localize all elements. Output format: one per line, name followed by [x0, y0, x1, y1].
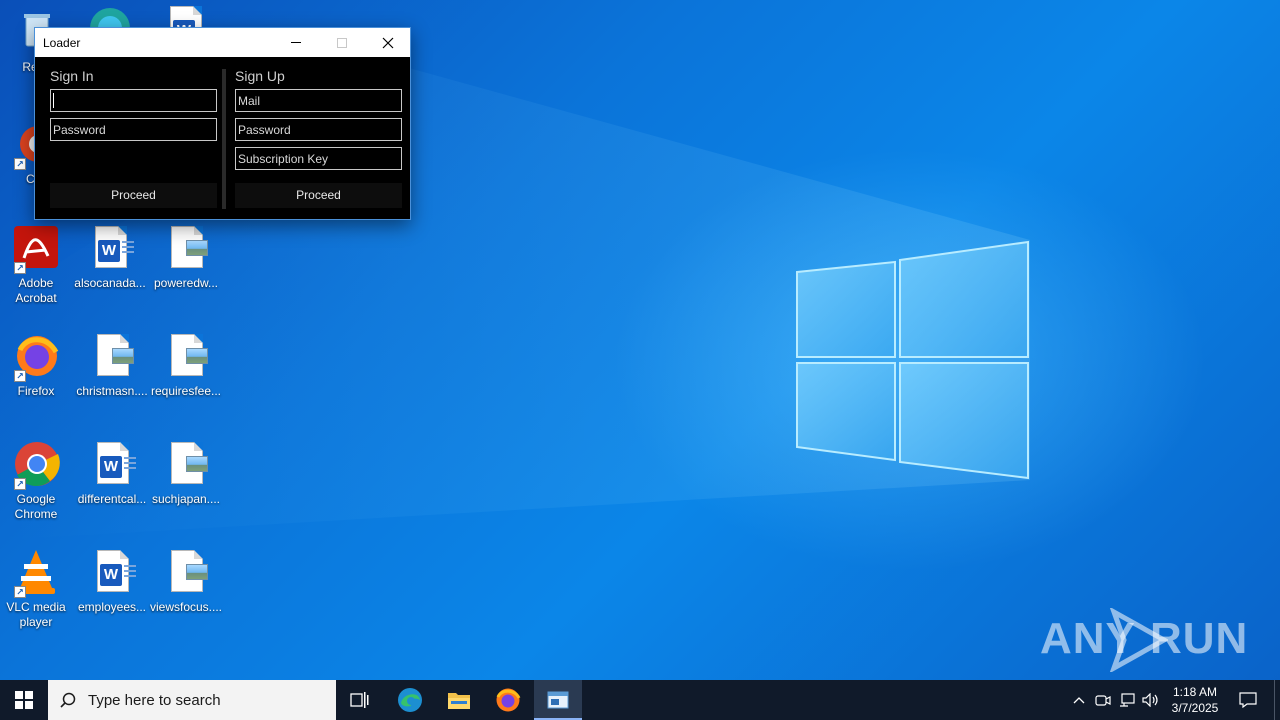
icon-label: employees... [77, 600, 147, 614]
shortcut-arrow-icon: ↗ [14, 262, 26, 274]
sign-up-subscription-key-field[interactable] [235, 147, 402, 170]
task-view-button[interactable] [336, 680, 384, 720]
acrobat-icon: ↗ [12, 224, 60, 274]
sign-in-proceed-button[interactable]: Proceed [50, 183, 217, 208]
sign-in-password-field[interactable] [50, 118, 217, 141]
icon-label: Firefox [17, 384, 55, 398]
desktop-icon-vlc[interactable]: ↗ VLC media player [0, 548, 75, 630]
folder-icon [448, 693, 470, 709]
shortcut-arrow-icon: ↗ [14, 158, 26, 170]
clock-time: 1:18 AM [1172, 685, 1218, 699]
image-file-icon [88, 332, 136, 380]
search-icon [48, 692, 88, 708]
shortcut-arrow-icon: ↗ [14, 478, 26, 490]
loader-window[interactable]: Loader Sign In Proceed Sign Up Proceed [34, 27, 411, 220]
desktop-icon-doc-employees[interactable]: W employees... [73, 548, 151, 615]
windows-start-icon [15, 691, 33, 709]
icon-label: alsocanada... [74, 276, 146, 290]
desktop-icon-img-christmasn[interactable]: christmasn.... [73, 332, 151, 399]
text-caret [53, 93, 54, 108]
chrome-icon: ↗ [12, 440, 60, 490]
title-bar[interactable]: Loader [35, 28, 410, 57]
meet-now-button[interactable] [1092, 680, 1114, 720]
sign-up-proceed-button[interactable]: Proceed [235, 183, 402, 208]
desktop-icon-firefox[interactable]: ↗ Firefox [0, 332, 75, 399]
notifications-button[interactable] [1232, 680, 1264, 720]
minimize-icon [291, 42, 301, 43]
clock-date: 3/7/2025 [1171, 701, 1219, 715]
notification-icon [1239, 692, 1257, 708]
taskbar: Type here to search 1:18 AM 3/7/2025 [0, 680, 1280, 720]
word-document-icon: W [88, 440, 136, 488]
sign-in-heading: Sign In [50, 68, 94, 84]
desktop-icon-adobe-acrobat[interactable]: ↗ Adobe Acrobat [0, 224, 75, 306]
image-file-icon [162, 224, 210, 272]
volume-button[interactable] [1140, 680, 1162, 720]
taskbar-file-explorer-button[interactable] [435, 680, 483, 720]
sign-up-heading: Sign Up [235, 68, 285, 84]
shortcut-arrow-icon: ↗ [14, 586, 26, 598]
icon-label: viewsfocus.... [149, 600, 223, 614]
application-window-icon [547, 691, 569, 709]
taskbar-firefox-button[interactable] [484, 680, 532, 720]
image-file-icon [162, 332, 210, 380]
desktop-icon-google-chrome[interactable]: ↗ Google Chrome [0, 440, 75, 522]
network-button[interactable] [1116, 680, 1138, 720]
search-placeholder: Type here to search [88, 691, 221, 709]
anyrun-watermark: ANY RUN [1040, 608, 1247, 672]
system-clock[interactable]: 1:18 AM 3/7/2025 [1166, 684, 1224, 716]
network-icon [1120, 693, 1135, 707]
word-document-icon: W [86, 224, 134, 272]
desktop-icon-img-suchjapan[interactable]: suchjapan.... [147, 440, 225, 507]
vlc-cone-icon: ↗ [12, 548, 60, 598]
icon-label: poweredw... [153, 276, 219, 290]
icon-label: Google Chrome [14, 492, 58, 521]
show-desktop-button[interactable] [1274, 680, 1280, 720]
icon-label: Adobe Acrobat [15, 276, 57, 305]
close-button[interactable] [365, 28, 411, 57]
icon-label: christmasn.... [76, 384, 148, 398]
icon-label: requiresfee... [150, 384, 222, 398]
close-icon [382, 37, 394, 48]
chevron-up-icon [1073, 697, 1085, 704]
speaker-icon [1142, 693, 1158, 707]
image-file-icon [162, 440, 210, 488]
maximize-button[interactable] [319, 28, 365, 57]
start-button[interactable] [0, 680, 48, 720]
desktop-icon-doc-alsocanada[interactable]: W alsocanada... [71, 224, 149, 291]
firefox-icon [496, 688, 521, 712]
desktop-icon-img-requiresfee[interactable]: requiresfee... [147, 332, 225, 399]
edge-icon [398, 688, 422, 712]
icon-label: differentcal... [77, 492, 147, 506]
image-file-icon [162, 548, 210, 596]
desktop-icon-img-viewsfocus[interactable]: viewsfocus.... [147, 548, 225, 615]
taskbar-search-box[interactable]: Type here to search [48, 680, 336, 720]
maximize-icon [337, 37, 347, 48]
loader-body: Sign In Proceed Sign Up Proceed [35, 57, 410, 219]
minimize-button[interactable] [273, 28, 319, 57]
desktop-icon-doc-differentcal[interactable]: W differentcal... [73, 440, 151, 507]
watermark-text-right: RUN [1150, 614, 1249, 663]
word-document-icon: W [88, 548, 136, 596]
taskbar-loader-button[interactable] [534, 680, 582, 720]
icon-label: VLC media player [6, 600, 66, 629]
firefox-icon: ↗ [12, 332, 60, 382]
desktop-icon-img-poweredw[interactable]: poweredw... [147, 224, 225, 291]
section-divider [222, 69, 226, 209]
sign-up-mail-field[interactable] [235, 89, 402, 112]
icon-label: suchjapan.... [151, 492, 221, 506]
camera-icon [1095, 695, 1111, 706]
show-hidden-icons-button[interactable] [1068, 680, 1090, 720]
sign-in-username-field[interactable] [50, 89, 217, 112]
taskbar-edge-button[interactable] [386, 680, 434, 720]
window-title: Loader [43, 36, 81, 50]
sign-up-password-field[interactable] [235, 118, 402, 141]
shortcut-arrow-icon: ↗ [14, 370, 26, 382]
task-view-icon [350, 692, 369, 708]
